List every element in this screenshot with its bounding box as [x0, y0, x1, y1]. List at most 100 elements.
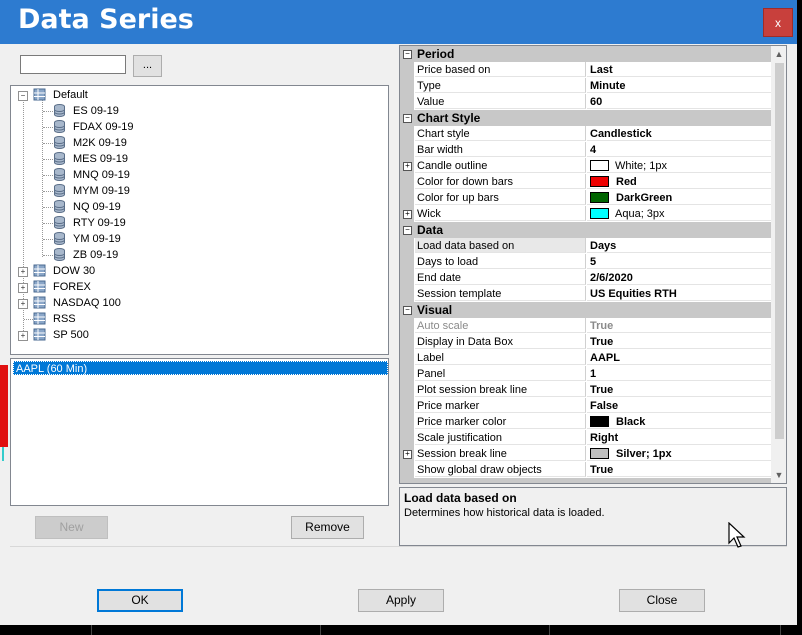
collapse-icon[interactable]: − — [403, 306, 412, 315]
property-row[interactable]: Chart style Candlestick — [400, 126, 771, 142]
scroll-up-icon[interactable]: ▲ — [771, 46, 786, 62]
collapse-icon[interactable]: − — [403, 50, 412, 59]
property-value[interactable]: Red — [587, 174, 771, 189]
property-value[interactable]: True — [587, 334, 771, 349]
property-row[interactable]: + Candle outline White; 1px — [400, 158, 771, 174]
property-row[interactable]: End date 2/6/2020 — [400, 270, 771, 286]
instrument-tree[interactable]: − Default ES 09-19 FDAX 09-19 M2K 09-19 MES… — [10, 85, 389, 355]
property-value[interactable]: Days — [587, 238, 771, 253]
property-row[interactable]: Load data based on Days — [400, 238, 771, 254]
property-row[interactable]: Auto scale True — [400, 318, 771, 334]
property-value[interactable]: Silver; 1px — [587, 446, 771, 461]
property-row[interactable]: Price based on Last — [400, 62, 771, 78]
close-button[interactable]: x — [763, 8, 793, 37]
expand-icon[interactable]: + — [18, 331, 28, 341]
property-row[interactable]: + Wick Aqua; 3px — [400, 206, 771, 222]
expand-icon[interactable]: + — [403, 210, 412, 219]
collapse-icon[interactable]: − — [403, 226, 412, 235]
property-row[interactable]: Display in Data Box True — [400, 334, 771, 350]
property-name: Session template — [415, 286, 586, 301]
property-value[interactable]: Minute — [587, 78, 771, 93]
property-value[interactable]: 60 — [587, 94, 771, 109]
property-row[interactable]: Panel 1 — [400, 366, 771, 382]
tree-item-instrument[interactable]: MES 09-19 — [11, 151, 381, 167]
property-value[interactable]: US Equities RTH — [587, 286, 771, 301]
property-value[interactable]: White; 1px — [587, 158, 771, 173]
tree-item-instrument[interactable]: ZB 09-19 — [11, 247, 381, 263]
property-row[interactable]: Plot session break line True — [400, 382, 771, 398]
property-value[interactable]: Aqua; 3px — [587, 206, 771, 221]
property-row[interactable]: Show global draw objects True — [400, 462, 771, 478]
selected-series-list[interactable]: AAPL (60 Min) — [10, 358, 389, 506]
property-value[interactable]: Right — [587, 430, 771, 445]
property-value[interactable]: 1 — [587, 366, 771, 381]
property-value[interactable]: Candlestick — [587, 126, 771, 141]
expand-icon[interactable]: + — [18, 267, 28, 277]
property-row[interactable]: Type Minute — [400, 78, 771, 94]
expand-icon[interactable]: + — [18, 283, 28, 293]
tree-item-list[interactable]: + FOREX — [11, 279, 381, 295]
property-grid[interactable]: − Period Price based on Last Type Minute Value… — [399, 45, 787, 484]
property-value[interactable]: 4 — [587, 142, 771, 157]
tree-item-instrument[interactable]: YM 09-19 — [11, 231, 381, 247]
remove-button[interactable]: Remove — [291, 516, 364, 539]
close-dialog-button[interactable]: Close — [619, 589, 705, 612]
property-row[interactable]: Value 60 — [400, 94, 771, 110]
collapse-icon[interactable]: − — [403, 114, 412, 123]
property-value[interactable]: Black — [587, 414, 771, 429]
tree-item-list[interactable]: + SP 500 — [11, 327, 381, 343]
property-value[interactable]: DarkGreen — [587, 190, 771, 205]
title-bar[interactable]: Data Series x — [0, 0, 797, 44]
tree-item-label: FOREX — [53, 281, 91, 293]
property-row[interactable]: Bar width 4 — [400, 142, 771, 158]
category-data[interactable]: − Data — [400, 222, 771, 238]
property-value[interactable]: False — [587, 398, 771, 413]
property-row[interactable]: Color for up bars DarkGreen — [400, 190, 771, 206]
property-value[interactable]: 5 — [587, 254, 771, 269]
expand-icon[interactable]: + — [18, 299, 28, 309]
category-period[interactable]: − Period — [400, 46, 771, 62]
tree-item-default[interactable]: − Default — [11, 87, 381, 103]
property-row[interactable]: Price marker color Black — [400, 414, 771, 430]
tree-item-instrument[interactable]: M2K 09-19 — [11, 135, 381, 151]
property-row[interactable]: Price marker False — [400, 398, 771, 414]
collapse-icon[interactable]: − — [18, 91, 28, 101]
browse-button[interactable]: ... — [133, 55, 162, 77]
new-button[interactable]: New — [35, 516, 108, 539]
expand-icon[interactable]: + — [403, 450, 412, 459]
tree-item-list[interactable]: RSS — [11, 311, 381, 327]
row-gutter — [400, 414, 414, 430]
property-value[interactable]: AAPL — [587, 350, 771, 365]
property-value[interactable]: True — [587, 382, 771, 397]
tree-item-instrument[interactable]: FDAX 09-19 — [11, 119, 381, 135]
tree-item-instrument[interactable]: MYM 09-19 — [11, 183, 381, 199]
tree-item-instrument[interactable]: RTY 09-19 — [11, 215, 381, 231]
tree-item-instrument[interactable]: ES 09-19 — [11, 103, 381, 119]
property-row[interactable]: Session template US Equities RTH — [400, 286, 771, 302]
property-grid-scrollbar[interactable]: ▲ ▼ — [771, 46, 786, 483]
tree-item-list[interactable]: + DOW 30 — [11, 263, 381, 279]
tree-item-list[interactable]: + NASDAQ 100 — [11, 295, 381, 311]
property-value[interactable]: True — [587, 462, 771, 477]
tree-item-instrument[interactable]: NQ 09-19 — [11, 199, 381, 215]
category-chart-style[interactable]: − Chart Style — [400, 110, 771, 126]
list-item[interactable]: AAPL (60 Min) — [13, 361, 388, 375]
property-value[interactable]: 2/6/2020 — [587, 270, 771, 285]
category-visual[interactable]: − Visual — [400, 302, 771, 318]
ok-button[interactable]: OK — [97, 589, 183, 612]
property-row[interactable]: Scale justification Right — [400, 430, 771, 446]
instrument-search-input[interactable] — [20, 55, 126, 74]
scroll-down-icon[interactable]: ▼ — [771, 467, 786, 483]
description-text: Determines how historical data is loaded… — [404, 507, 605, 519]
property-value[interactable]: Last — [587, 62, 771, 77]
database-icon — [53, 232, 66, 245]
property-row[interactable]: Days to load 5 — [400, 254, 771, 270]
property-row[interactable]: Color for down bars Red — [400, 174, 771, 190]
property-row[interactable]: Label AAPL — [400, 350, 771, 366]
property-row[interactable]: + Session break line Silver; 1px — [400, 446, 771, 462]
property-value[interactable]: True — [587, 318, 771, 333]
apply-button[interactable]: Apply — [358, 589, 444, 612]
scroll-thumb[interactable] — [775, 63, 784, 439]
expand-icon[interactable]: + — [403, 162, 412, 171]
tree-item-instrument[interactable]: MNQ 09-19 — [11, 167, 381, 183]
